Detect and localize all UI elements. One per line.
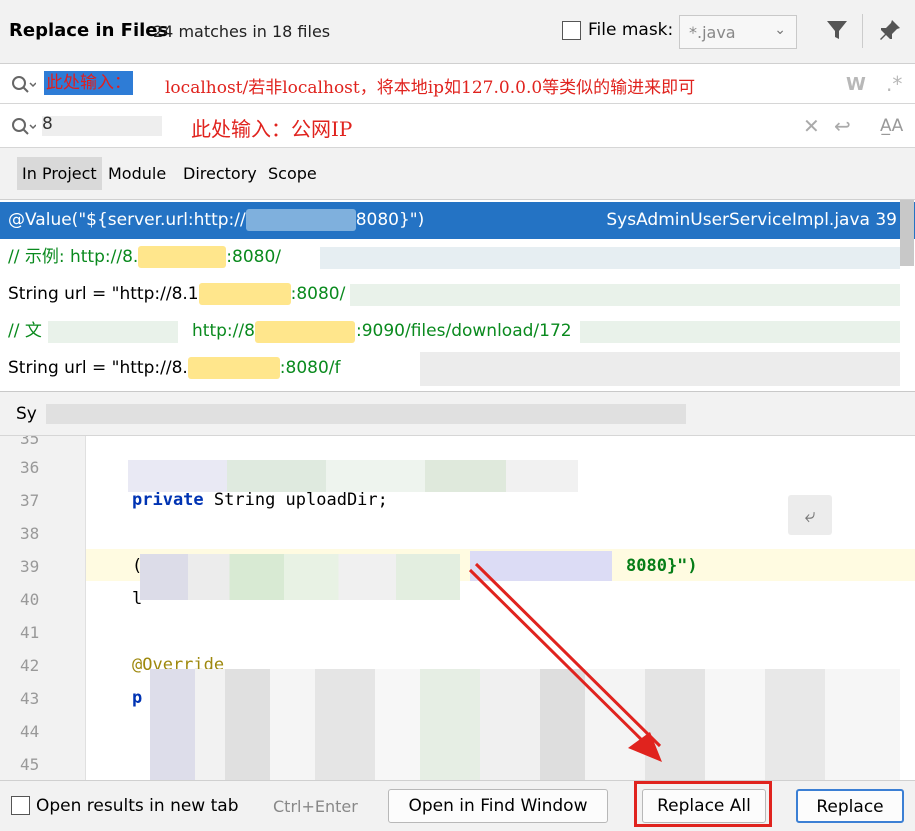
result-suffix: http://8 — [192, 321, 255, 341]
search-annotation: localhost/若非localhost，将本地ip如127.0.0.0等类似… — [165, 78, 696, 98]
line-number: 43 — [20, 689, 40, 708]
preview-file-label: Sy — [16, 404, 37, 424]
result-row[interactable]: @Value("${server.url:http:// 8080}") SysA… — [0, 202, 915, 239]
results-scrollbar[interactable] — [900, 200, 914, 266]
result-prefix: String url = "http://8.1 — [8, 284, 199, 304]
replace-button[interactable]: Replace — [796, 789, 904, 823]
blurred-text — [48, 321, 178, 343]
file-mask-select[interactable]: *.java ⌄ — [679, 15, 797, 49]
result-prefix: @Value("${server.url:http:// — [8, 210, 246, 230]
enter-icon[interactable]: ↩ — [834, 114, 851, 138]
search-icon[interactable] — [10, 74, 36, 96]
dialog-footer: Open results in new tab Ctrl+Enter Open … — [0, 780, 915, 831]
result-row[interactable]: String url = "http://8.1 :8080/ — [0, 276, 915, 313]
open-new-tab-checkbox[interactable] — [11, 796, 30, 815]
code-string: 8080}") — [626, 556, 698, 576]
blurred-ip — [138, 246, 227, 268]
result-suffix: :8080/ — [290, 284, 346, 304]
highlight-box — [634, 781, 772, 827]
toolbar-separator — [862, 14, 863, 48]
blurred-code — [470, 551, 612, 581]
tab-module[interactable]: Module — [103, 157, 171, 190]
line-number: 37 — [20, 491, 40, 510]
blurred-ip — [245, 209, 356, 231]
file-mask-checkbox[interactable] — [562, 21, 581, 40]
code-text: String uploadDir; — [203, 490, 388, 510]
regex-icon[interactable]: .* — [886, 72, 902, 96]
file-mask-value: *.java — [689, 23, 736, 42]
line-number: 41 — [20, 623, 40, 642]
line-number: 38 — [20, 524, 40, 543]
replace-input-value[interactable]: 8 — [42, 114, 53, 134]
line-number: 40 — [20, 590, 40, 609]
search-icon[interactable] — [10, 116, 36, 138]
result-row[interactable]: // 示例: http://8. :8080/ — [0, 239, 915, 276]
dialog-title: Replace in Files — [9, 20, 169, 41]
line-number: 35 — [20, 436, 40, 448]
clear-icon[interactable]: ✕ — [803, 114, 820, 138]
line-number: 44 — [20, 722, 40, 741]
filter-icon[interactable] — [826, 18, 848, 42]
blurred-ip — [187, 357, 280, 379]
tab-directory[interactable]: Directory — [178, 157, 262, 190]
result-prefix: // 文 — [8, 321, 42, 341]
blurred-text — [420, 352, 900, 386]
result-tail: :9090/files/download/172 — [356, 321, 572, 341]
blurred-text — [350, 284, 900, 306]
result-suffix: 8080}") — [355, 210, 425, 230]
result-prefix: // 示例: http://8. — [8, 247, 139, 267]
match-case-icon[interactable]: A̲A — [880, 116, 903, 136]
scope-tabs: In Project Module Directory Scope — [0, 148, 915, 200]
open-new-tab-label[interactable]: Open results in new tab — [36, 796, 238, 816]
result-row[interactable]: String url = "http://8. :8080/f — [0, 350, 915, 387]
preview-header: Sy — [0, 392, 915, 436]
result-suffix: :8080/f — [279, 358, 341, 378]
dialog-header: Replace in Files 24 matches in 18 files … — [0, 0, 915, 64]
shortcut-hint: Ctrl+Enter — [273, 797, 358, 816]
match-count: 24 matches in 18 files — [153, 22, 331, 41]
pin-icon[interactable] — [878, 18, 902, 42]
blurred-code — [128, 460, 578, 492]
replace-row: 8 此处输入：公网IP ✕ ↩ A̲A — [0, 104, 915, 148]
blurred-text — [580, 321, 900, 343]
result-row[interactable]: // 文 http://8 :9090/files/download/172 — [0, 313, 915, 350]
replace-input-blur[interactable] — [42, 116, 162, 136]
code-line-43: p — [132, 688, 143, 708]
open-in-find-window-button[interactable]: Open in Find Window — [388, 789, 608, 823]
blurred-path — [46, 404, 686, 424]
blurred-code — [140, 554, 460, 600]
result-prefix: String url = "http://8. — [8, 358, 188, 378]
results-list: @Value("${server.url:http:// 8080}") SysA… — [0, 200, 915, 392]
blurred-code — [150, 669, 900, 780]
code-line-37: private String uploadDir; — [132, 490, 388, 510]
line-number: 45 — [20, 755, 40, 774]
line-number: 42 — [20, 656, 40, 675]
line-number: 36 — [20, 458, 40, 477]
file-mask-label[interactable]: File mask: — [588, 20, 673, 40]
blurred-ip — [198, 283, 291, 305]
code-preview: 35 36 37 38 39 40 41 42 43 44 45 private… — [0, 436, 915, 780]
chevron-down-icon: ⌄ — [774, 22, 786, 38]
line-number: 39 — [20, 557, 40, 576]
search-row: 此处输入： localhost/若非localhost，将本地ip如127.0.… — [0, 64, 915, 104]
blurred-text — [320, 247, 900, 269]
w-icon[interactable]: W — [846, 74, 866, 95]
soft-wrap-icon[interactable]: ⤶ — [788, 495, 832, 535]
tab-in-project[interactable]: In Project — [17, 157, 102, 190]
tab-scope[interactable]: Scope — [263, 157, 322, 190]
blurred-ip — [255, 321, 355, 343]
result-suffix: :8080/ — [226, 247, 282, 267]
code-keyword: private — [132, 490, 204, 510]
search-input-selection[interactable]: 此处输入： — [44, 71, 133, 95]
result-file: SysAdminUserServiceImpl.java 39 — [606, 210, 897, 230]
replace-annotation: 此处输入：公网IP — [191, 117, 353, 141]
